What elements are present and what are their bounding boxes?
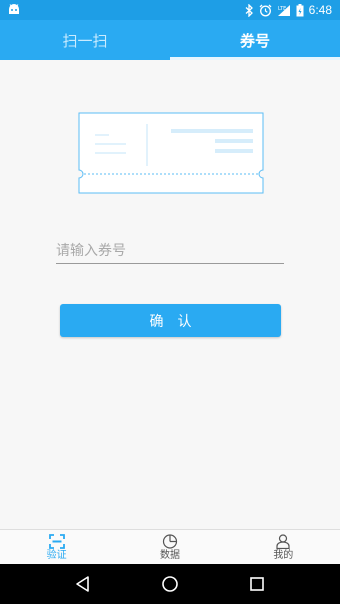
system-nav-bar	[0, 564, 340, 604]
android-icon	[9, 4, 19, 14]
nav-label-data: 数据	[159, 550, 180, 561]
home-icon[interactable]	[161, 575, 179, 593]
tab-scan[interactable]: 扫一扫	[0, 20, 170, 60]
person-icon	[276, 534, 290, 549]
ticket-illustration	[78, 112, 264, 194]
bottom-nav: 验证 数据 我的	[0, 529, 340, 564]
status-time: 6:48	[308, 3, 332, 17]
coupon-code-input[interactable]	[56, 240, 284, 264]
tab-header: 扫一扫 券号	[0, 20, 340, 60]
lte-signal-icon: LTE	[277, 4, 290, 16]
tab-coupon-code-label: 券号	[239, 31, 270, 50]
scan-verify-icon	[48, 534, 65, 549]
bluetooth-icon	[245, 3, 253, 17]
nav-label-verify: 验证	[46, 550, 67, 561]
battery-icon	[296, 3, 304, 16]
alarm-icon	[259, 4, 272, 16]
tab-coupon-code[interactable]: 券号	[170, 20, 340, 60]
tab-scan-label: 扫一扫	[62, 31, 108, 50]
svg-text:LTE: LTE	[278, 6, 286, 12]
confirm-button[interactable]: 确 认	[60, 304, 281, 337]
nav-item-verify[interactable]: 验证	[0, 530, 113, 564]
pie-chart-icon	[162, 534, 178, 549]
nav-item-data[interactable]: 数据	[113, 530, 226, 564]
recents-icon[interactable]	[248, 575, 266, 593]
back-icon[interactable]	[74, 575, 92, 593]
confirm-button-label: 确 认	[149, 313, 192, 330]
status-bar: LTE 6:48	[0, 0, 340, 20]
nav-item-mine[interactable]: 我的	[227, 530, 340, 564]
active-tab-indicator	[170, 57, 340, 60]
nav-label-mine: 我的	[273, 550, 294, 561]
